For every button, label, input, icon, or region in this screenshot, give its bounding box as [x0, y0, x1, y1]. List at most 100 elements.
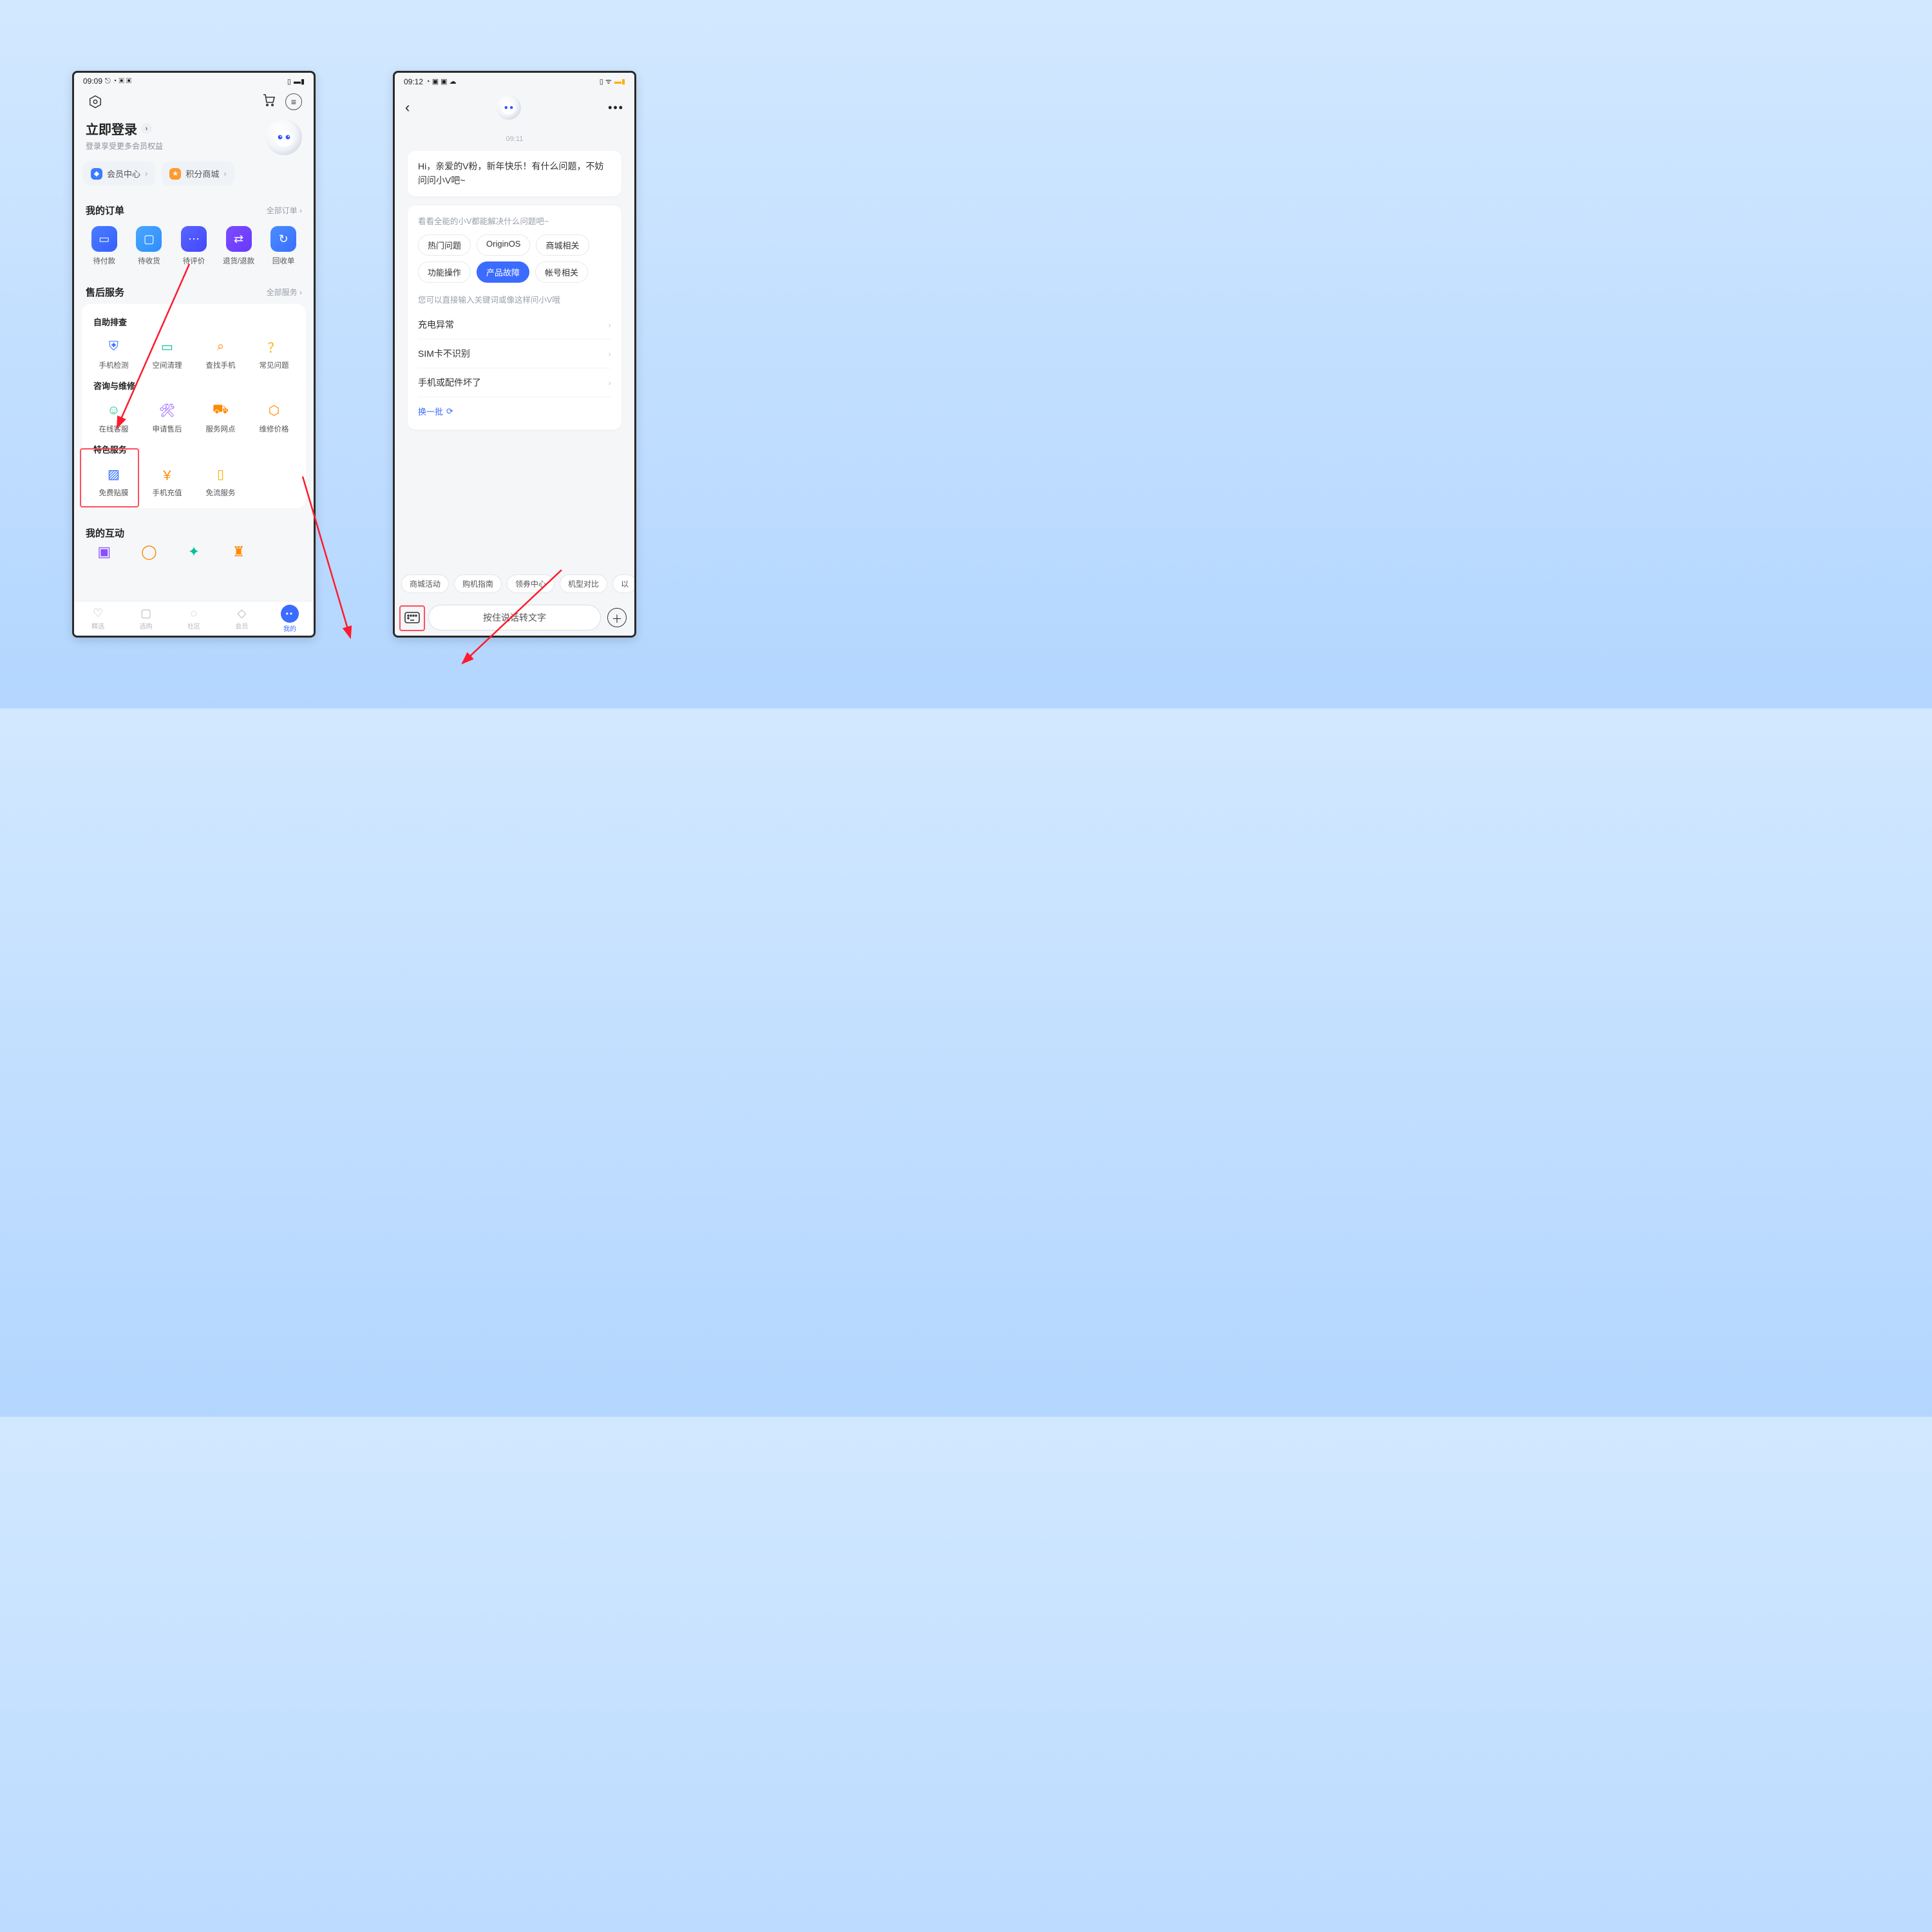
message-icon[interactable]: ≡ [285, 93, 302, 110]
order-pending-payment[interactable]: ▭待付款 [82, 226, 127, 266]
sugg-coupon[interactable]: 领券中心 [507, 574, 554, 593]
question-sim[interactable]: SIM卡不识别› [418, 339, 611, 368]
cart-icon[interactable] [261, 92, 276, 111]
status-battery-icon: ▬▮ [294, 77, 305, 86]
interact-4[interactable]: ♜ [216, 544, 261, 563]
find-phone[interactable]: ⌕查找手机 [194, 332, 247, 375]
space-clean[interactable]: ▭空间清理 [140, 332, 194, 375]
diamond-icon: ◆ [91, 168, 102, 180]
interact-2[interactable]: ◯ [127, 544, 172, 563]
question-charge[interactable]: 充电异常› [418, 310, 611, 339]
order-recycle[interactable]: ↻回收单 [261, 226, 306, 266]
recharge[interactable]: ￥手机充值 [140, 459, 194, 503]
status-bar: 09:09 ⎋ ◔ ▣ ▣ ▯ ▬▮ [74, 73, 314, 87]
card-hint2: 您可以直接输入关键词或像这样问小V哦 [418, 293, 611, 305]
interact-3[interactable]: ✦ [171, 544, 216, 563]
chevron-right-icon: › [141, 123, 152, 134]
back-icon[interactable]: ‹ [405, 99, 410, 116]
status-time: 09:09 [83, 77, 102, 86]
nav-member[interactable]: ◇会员 [218, 601, 265, 636]
diamond-icon: ◇ [238, 607, 247, 620]
settings-hex-icon[interactable] [86, 92, 105, 111]
headset-icon: ☺ [104, 401, 124, 420]
status-icons-left: ⎋ ◔ ▣ ▣ [105, 77, 131, 86]
swap-icon: ⇄ [226, 226, 252, 252]
sugg-mall-activity[interactable]: 商城活动 [401, 574, 449, 593]
free-data[interactable]: ▯免流服务 [194, 459, 247, 503]
bot-avatar[interactable] [266, 119, 302, 155]
orders-title: 我的订单 [86, 204, 124, 217]
refresh-questions[interactable]: 换一批⟳ [418, 405, 453, 417]
voice-input-button[interactable]: 按住说话转文字 [428, 605, 601, 630]
chat-icon: ◌ [191, 607, 198, 620]
keyboard-icon[interactable] [402, 608, 422, 627]
service-header: 售后服务 全部服务 › [74, 276, 314, 304]
chip-product-fault[interactable]: 产品故障 [477, 261, 529, 283]
chip-function[interactable]: 功能操作 [418, 261, 471, 283]
sugg-compare[interactable]: 机型对比 [560, 574, 607, 593]
sugg-more[interactable]: 以 [612, 574, 634, 593]
bot-avatar[interactable] [497, 95, 521, 120]
chip-originos[interactable]: OriginOS [477, 234, 530, 256]
chevron-right-icon: › [609, 349, 611, 359]
plus-icon[interactable]: ＋ [607, 608, 627, 627]
service-more[interactable]: 全部服务 › [267, 287, 302, 298]
service-point[interactable]: ⛟服务网点 [194, 395, 247, 439]
chat-topbar: ‹ ••• [395, 88, 634, 128]
truck-icon: ⛟ [211, 401, 231, 420]
message-time: 09:11 [395, 135, 634, 143]
shield-icon: ⛨ [104, 337, 124, 356]
chevron-right-icon: › [609, 378, 611, 388]
order-pending-receive[interactable]: ▢待收货 [127, 226, 172, 266]
order-pending-review[interactable]: ⋯待评价 [171, 226, 216, 266]
nav-shop[interactable]: ▢选购 [122, 601, 169, 636]
group-self-check: 自助排查 [87, 312, 301, 332]
sugg-buy-guide[interactable]: 购机指南 [454, 574, 502, 593]
interact-1[interactable]: ▣ [82, 544, 127, 563]
phone-check[interactable]: ⛨手机检测 [87, 332, 140, 375]
interact-row: ▣ ◯ ✦ ♜ [74, 540, 314, 573]
broom-icon: ▭ [158, 337, 177, 356]
wrench-icon: 🛠 [158, 401, 177, 420]
chip-account[interactable]: 帐号相关 [535, 261, 588, 283]
apply-aftersale[interactable]: 🛠申请售后 [140, 395, 194, 439]
box-icon: ▢ [136, 226, 162, 252]
star-icon: ★ [169, 168, 181, 180]
points-mall-pill[interactable]: ★积分商城› [162, 162, 234, 185]
questions-card: 看看全能的小V都能解决什么问题吧~ 热门问题 OriginOS 商城相关 功能操… [408, 205, 621, 430]
top-toolbar: ≡ [74, 87, 314, 117]
nav-community[interactable]: ◌社区 [170, 601, 218, 636]
phone-my-page: 09:09 ⎋ ◔ ▣ ▣ ▯ ▬▮ ≡ 立即登录› 登录享受更多会员权益 ◆会… [72, 71, 316, 638]
question-broken[interactable]: 手机或配件坏了› [418, 368, 611, 397]
group-consult-repair: 咨询与维修 [87, 375, 301, 395]
faq[interactable]: ？常见问题 [247, 332, 301, 375]
bottom-nav: ♡精选 ▢选购 ◌社区 ◇会员 ••我的 [74, 601, 314, 636]
question-icon: ？ [265, 337, 284, 356]
nav-featured[interactable]: ♡精选 [74, 601, 122, 636]
login-subtitle: 登录享受更多会员权益 [86, 140, 163, 151]
refresh-icon: ⟳ [446, 406, 453, 417]
status-battery-icon: ▬▮ [614, 77, 625, 86]
input-bar: 按住说话转文字 ＋ [395, 600, 634, 636]
interact-empty [261, 544, 306, 563]
nav-mine[interactable]: ••我的 [266, 601, 314, 636]
wallet-icon: ▭ [91, 226, 117, 252]
service-card: 自助排查 ⛨手机检测 ▭空间清理 ⌕查找手机 ？常见问题 咨询与维修 ☺在线客服… [82, 304, 306, 508]
status-sim-icon: ▯ [287, 77, 291, 86]
chip-hot[interactable]: 热门问题 [418, 234, 471, 256]
chip-mall[interactable]: 商城相关 [536, 234, 589, 256]
member-center-pill[interactable]: ◆会员中心› [83, 162, 155, 185]
suggestion-scroll[interactable]: 商城活动 购机指南 领券中心 机型对比 以 [395, 569, 634, 598]
bag-icon: ▢ [140, 607, 151, 620]
order-refund[interactable]: ⇄退货/退款 [216, 226, 261, 266]
more-icon[interactable]: ••• [608, 101, 624, 115]
orders-more[interactable]: 全部订单 › [267, 205, 302, 216]
interact-title: 我的互动 [86, 526, 124, 540]
repair-price[interactable]: ⬡维修价格 [247, 395, 301, 439]
free-film[interactable]: ▨免费贴膜 [87, 459, 140, 503]
film-icon: ▨ [104, 464, 124, 484]
online-support[interactable]: ☺在线客服 [87, 395, 140, 439]
login-title[interactable]: 立即登录› [86, 119, 163, 138]
category-chips: 热门问题 OriginOS 商城相关 功能操作 产品故障 帐号相关 [418, 234, 611, 283]
chat-icon: ⋯ [181, 226, 207, 252]
